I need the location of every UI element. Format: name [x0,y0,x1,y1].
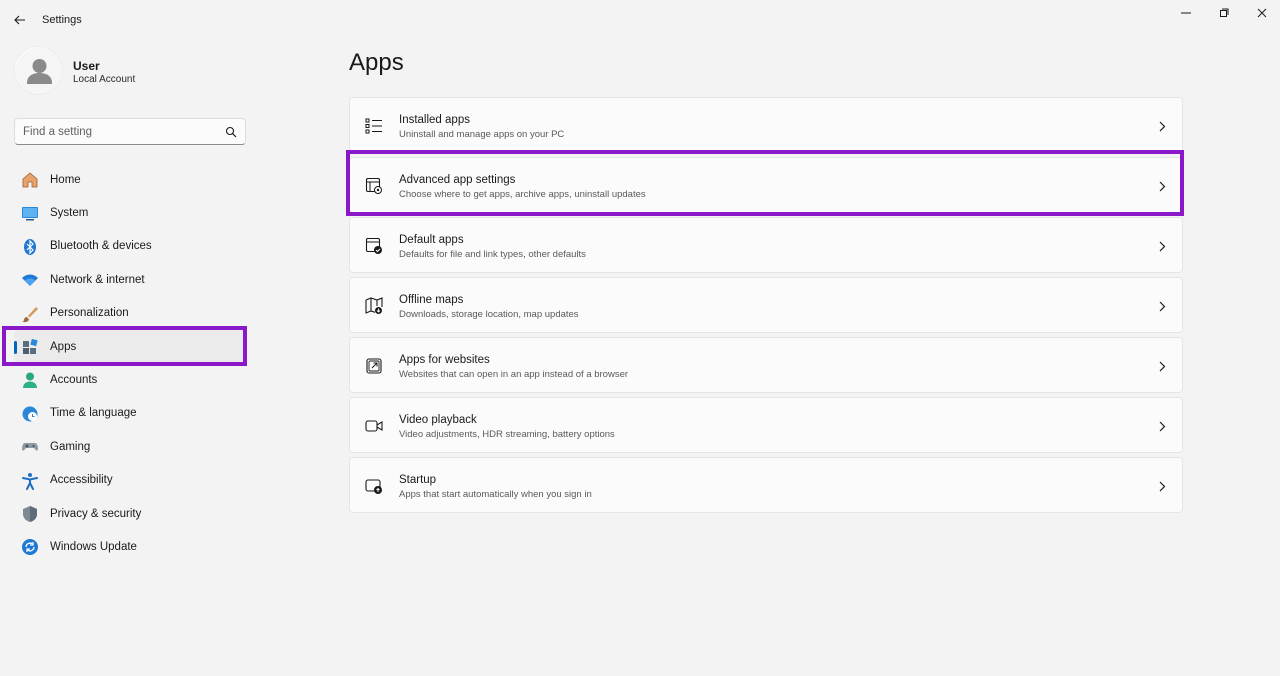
card-description: Apps that start automatically when you s… [399,489,592,500]
sidebar-item-label: Accessibility [50,474,113,487]
chevron-right-icon [1156,179,1168,193]
card-title: Video playback [399,414,477,426]
sidebar-item-time-language[interactable]: Time & language [14,397,246,430]
app-settings-icon [364,176,384,196]
sidebar-item-home[interactable]: Home [14,163,246,196]
sidebar-item-label: Home [50,173,81,186]
sidebar-item-gaming[interactable]: Gaming [14,430,246,463]
sidebar-item-label: Personalization [50,307,129,320]
page-title: Apps [349,49,404,76]
close-icon [1257,8,1267,18]
card-default-apps[interactable]: Default apps Defaults for file and link … [349,217,1183,273]
card-title: Default apps [399,234,464,246]
back-button[interactable] [9,10,31,30]
home-icon [21,171,39,189]
video-icon [364,416,384,436]
card-title: Apps for websites [399,354,490,366]
title-bar: Settings [0,0,1280,40]
person-avatar-icon [15,47,62,94]
chevron-right-icon [1156,359,1168,373]
card-description: Choose where to get apps, archive apps, … [399,189,646,200]
card-description: Websites that can open in an app instead… [399,369,629,380]
close-button[interactable] [1249,4,1275,22]
sidebar-item-label: Accounts [50,374,98,387]
sidebar-item-label: Windows Update [50,540,137,553]
wifi-icon [21,271,39,289]
sidebar-item-accessibility[interactable]: Accessibility [14,464,246,497]
sidebar-item-label: System [50,207,89,220]
list-icon [364,116,384,136]
sidebar-item-apps[interactable]: Apps [14,329,246,364]
sidebar-item-label: Gaming [50,440,91,453]
card-video-playback[interactable]: Video playback Video adjustments, HDR st… [349,397,1183,453]
back-arrow-icon [14,15,25,25]
search-input[interactable]: Find a setting [14,118,246,145]
restore-button[interactable] [1211,4,1237,22]
card-advanced-app-settings[interactable]: Advanced app settings Choose where to ge… [349,157,1183,213]
card-description: Downloads, storage location, map updates [399,309,579,320]
search-icon [225,126,237,138]
card-title: Advanced app settings [399,174,516,186]
app-title: Settings [42,14,82,26]
search-placeholder: Find a setting [23,126,93,138]
startup-icon [364,476,384,496]
card-title: Offline maps [399,294,464,306]
minimize-button[interactable] [1173,4,1199,22]
minimize-icon [1181,12,1191,14]
map-icon [364,296,384,316]
apps-icon [21,338,39,356]
card-installed-apps[interactable]: Installed apps Uninstall and manage apps… [349,97,1183,153]
system-icon [21,204,39,222]
brush-icon [21,305,39,323]
avatar [14,46,63,95]
chevron-right-icon [1156,239,1168,253]
card-offline-maps[interactable]: Offline maps Downloads, storage location… [349,277,1183,333]
chevron-right-icon [1156,299,1168,313]
sidebar-item-windows-update[interactable]: Windows Update [14,530,246,563]
user-profile[interactable]: User Local Account [14,46,254,98]
person-icon [21,371,39,389]
sidebar-item-network[interactable]: Network & internet [14,263,246,296]
card-description: Video adjustments, HDR streaming, batter… [399,429,615,440]
sidebar-item-label: Bluetooth & devices [50,240,152,253]
sidebar-item-accounts[interactable]: Accounts [14,363,246,396]
globe-clock-icon [21,405,39,423]
sidebar-item-personalization[interactable]: Personalization [14,297,246,330]
card-title: Installed apps [399,114,470,126]
sidebar-item-system[interactable]: System [14,196,246,229]
sidebar-item-label: Network & internet [50,273,145,286]
sidebar-item-label: Apps [50,340,77,353]
open-in-app-icon [364,356,384,376]
chevron-right-icon [1156,119,1168,133]
user-name: User [73,59,100,73]
sidebar-item-label: Time & language [50,407,137,420]
shield-icon [21,505,39,523]
restore-icon [1220,8,1229,17]
update-icon [21,538,39,556]
default-apps-icon [364,236,384,256]
card-description: Uninstall and manage apps on your PC [399,129,565,140]
account-type: Local Account [73,74,136,85]
card-apps-for-websites[interactable]: Apps for websites Websites that can open… [349,337,1183,393]
card-description: Defaults for file and link types, other … [399,249,586,260]
sidebar-item-privacy-security[interactable]: Privacy & security [14,497,246,530]
active-indicator [14,340,17,354]
chevron-right-icon [1156,479,1168,493]
settings-cards: Installed apps Uninstall and manage apps… [349,97,1183,517]
sidebar-item-bluetooth[interactable]: Bluetooth & devices [14,230,246,263]
gamepad-icon [21,438,39,456]
bluetooth-icon [21,238,39,256]
sidebar-nav: Home System Bluetooth & devices Network … [14,163,246,564]
accessibility-icon [21,472,39,490]
card-startup[interactable]: Startup Apps that start automatically wh… [349,457,1183,513]
sidebar-item-label: Privacy & security [50,507,142,520]
chevron-right-icon [1156,419,1168,433]
card-title: Startup [399,474,437,486]
